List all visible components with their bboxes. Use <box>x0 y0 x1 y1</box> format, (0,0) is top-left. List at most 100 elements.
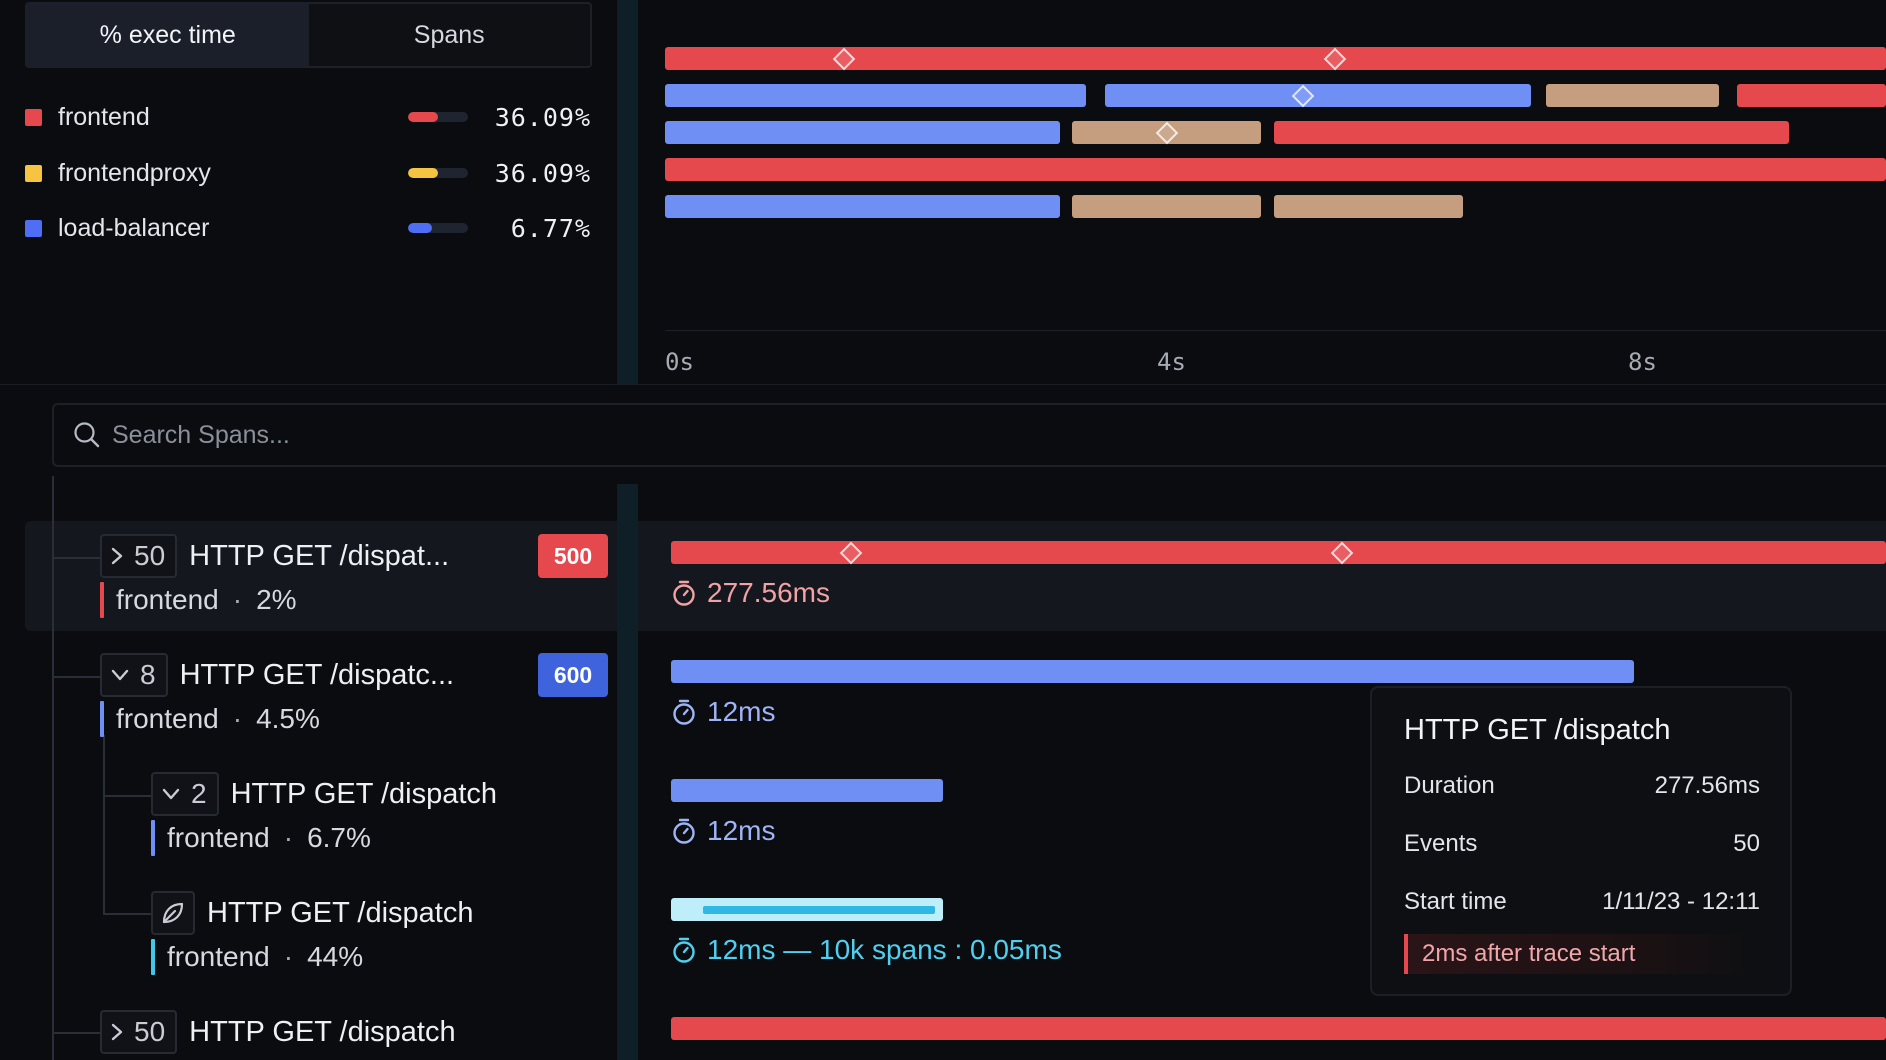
span-title: HTTP GET /dispatch <box>189 1015 456 1048</box>
span-duration: 12ms <box>671 814 775 848</box>
child-count: 50 <box>134 540 166 571</box>
expand-toggle[interactable]: 8 <box>100 653 168 697</box>
expand-toggle[interactable]: 50 <box>100 534 178 578</box>
service-breakdown-panel: % exec time Spans frontend 36.09% fronte… <box>0 0 616 384</box>
span-duration: 12ms — 10k spans : 0.05ms <box>671 933 1062 967</box>
span-service-line: frontend · 2% <box>100 582 297 618</box>
service-color-swatch <box>25 219 42 237</box>
service-name: load-balancer <box>58 213 210 242</box>
chevron-down-icon <box>111 669 129 681</box>
child-count: 50 <box>134 1016 166 1047</box>
panel-divider <box>0 384 1886 385</box>
stopwatch-icon <box>673 699 695 725</box>
minimap-span-bar <box>665 158 1886 181</box>
service-accent <box>100 582 104 618</box>
span-duration: 277.56ms <box>671 576 830 610</box>
service-share-bar <box>408 168 468 178</box>
service-row-frontend[interactable]: frontend 36.09% <box>25 97 591 137</box>
tree-guide-line <box>52 557 100 559</box>
expand-toggle[interactable]: 50 <box>100 1010 178 1054</box>
tab-spans[interactable]: Spans <box>308 4 590 66</box>
tree-guide-line <box>103 795 151 797</box>
minimap-span-bar <box>1546 84 1719 107</box>
span-timeline-bar[interactable] <box>671 898 943 921</box>
tooltip-note: 2ms after trace start <box>1404 934 1760 974</box>
tooltip-events-row: Events 50 <box>1404 830 1760 858</box>
span-row-header[interactable]: 8 HTTP GET /dispatc... <box>100 653 454 697</box>
minimap-span-bar <box>1737 84 1886 107</box>
search-icon <box>74 422 100 448</box>
minimap-span-bar <box>665 195 1060 218</box>
tooltip-start-row: Start time 1/11/23 - 12:11 <box>1404 888 1760 916</box>
service-name: frontend <box>58 102 150 131</box>
child-count: 2 <box>191 778 207 809</box>
span-row-header[interactable]: 2 HTTP GET /dispatch <box>151 772 497 816</box>
tooltip-label: Duration <box>1404 772 1495 799</box>
chevron-down-icon <box>162 788 180 800</box>
chevron-right-icon <box>111 547 123 565</box>
span-title: HTTP GET /dispatc... <box>179 658 455 691</box>
span-duration-text: 277.56ms <box>707 577 830 608</box>
span-title: HTTP GET /dispatch <box>207 896 474 929</box>
span-percent: 4.5% <box>256 703 320 734</box>
service-color-swatch <box>25 108 42 126</box>
service-accent <box>151 939 155 975</box>
panel-resize-handle[interactable] <box>617 0 638 384</box>
axis-tick-label: 4s <box>1157 348 1186 376</box>
tree-guide-line <box>52 676 100 678</box>
minimap-span-bar <box>665 121 1060 144</box>
span-percent: 2% <box>256 584 297 615</box>
view-tabs: % exec time Spans <box>25 2 592 68</box>
child-count: 8 <box>140 659 156 690</box>
status-badge: 500 <box>538 534 608 578</box>
service-row-load-balancer[interactable]: load-balancer 6.77% <box>25 208 591 248</box>
span-duration: 12ms <box>671 695 775 729</box>
service-color-swatch <box>25 164 42 182</box>
tooltip-value: 50 <box>1733 830 1760 857</box>
minimap-span-bar <box>1274 195 1463 218</box>
span-percent: 6.7% <box>307 822 371 853</box>
span-timeline-bar[interactable] <box>671 779 943 802</box>
span-title: HTTP GET /dispat... <box>189 539 450 572</box>
span-service-line: frontend · 44% <box>151 939 363 975</box>
tree-guide-line <box>103 735 105 913</box>
span-duration-text: 12ms <box>707 696 776 727</box>
leaf-span-marker <box>151 891 195 935</box>
tab-exec-time[interactable]: % exec time <box>27 4 309 66</box>
span-duration-text: 12ms — 10k spans : 0.05ms <box>707 934 1062 965</box>
stopwatch-icon <box>673 580 695 606</box>
trace-minimap[interactable]: 0s 4s 8s <box>638 0 1886 384</box>
span-service: frontend <box>116 703 219 734</box>
span-timeline-bar[interactable] <box>671 660 1634 683</box>
expand-toggle[interactable]: 2 <box>151 772 219 816</box>
tooltip-value: 277.56ms <box>1654 772 1760 799</box>
tree-guide-line <box>103 913 151 915</box>
span-service-line: frontend · 6.7% <box>151 820 371 856</box>
service-percent: 6.77% <box>510 213 591 243</box>
service-row-frontendproxy[interactable]: frontendproxy 36.09% <box>25 153 591 193</box>
search-input[interactable] <box>112 420 712 450</box>
span-row-header[interactable]: 50 HTTP GET /dispatch <box>100 1010 456 1054</box>
span-title: HTTP GET /dispatch <box>230 777 498 810</box>
tooltip-duration-row: Duration 277.56ms <box>1404 772 1760 800</box>
axis-tick-label: 0s <box>665 348 694 376</box>
span-duration-text: 12ms <box>707 815 776 846</box>
span-row-header[interactable]: HTTP GET /dispatch <box>151 891 473 935</box>
service-share-bar <box>408 112 468 122</box>
minimap-span-bar <box>1105 84 1531 107</box>
axis-tick-label: 8s <box>1628 348 1657 376</box>
span-row-header[interactable]: 50 HTTP GET /dispat... <box>100 534 449 578</box>
tooltip-title: HTTP GET /dispatch <box>1404 714 1671 746</box>
service-accent <box>100 701 104 737</box>
minimap-span-bar <box>1274 121 1789 144</box>
span-timeline-bar[interactable] <box>671 1017 1886 1040</box>
aggregated-spans-bar <box>703 905 935 914</box>
search-bar[interactable] <box>52 403 1886 467</box>
tree-guide-line <box>52 1032 100 1034</box>
span-percent: 44% <box>307 941 364 972</box>
tooltip-value: 1/11/23 - 12:11 <box>1602 888 1760 915</box>
chevron-right-icon <box>111 1023 123 1041</box>
panel-resize-handle[interactable] <box>617 484 638 1060</box>
stopwatch-icon <box>673 818 695 844</box>
service-accent <box>151 820 155 856</box>
